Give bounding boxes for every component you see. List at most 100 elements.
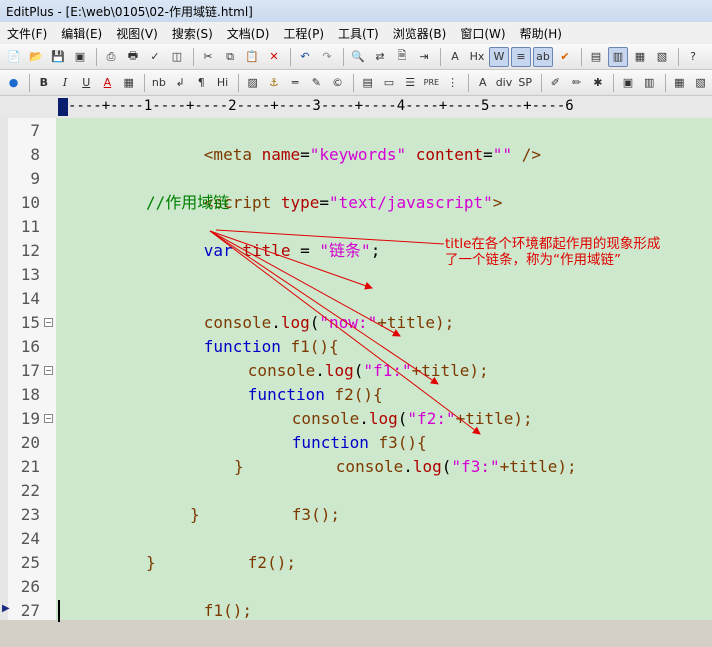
redo-icon[interactable]: ↷	[317, 47, 337, 67]
pre-button[interactable]: PRE	[422, 73, 441, 93]
layout-icon[interactable]: ▦	[670, 73, 689, 93]
save-all-icon[interactable]: ▣	[70, 47, 90, 67]
menu-edit[interactable]: 编辑(E)	[54, 25, 109, 42]
layout2-icon[interactable]: ▧	[691, 73, 710, 93]
line-number: 7	[30, 121, 40, 140]
output-icon[interactable]: ▧	[652, 47, 672, 67]
highlight-icon[interactable]: ✏	[567, 73, 586, 93]
italic-button[interactable]: I	[55, 73, 74, 93]
find-in-files-icon[interactable]: 🗎	[392, 47, 412, 67]
paragraph-button[interactable]: ¶	[192, 73, 211, 93]
code-line-7: <meta name="keywords" content="" />	[146, 119, 541, 164]
globe-icon[interactable]: ●	[4, 73, 23, 93]
fold-toggle-icon[interactable]: −	[44, 414, 53, 423]
menu-search[interactable]: 搜索(S)	[165, 25, 220, 42]
pen-icon[interactable]: ✎	[307, 73, 326, 93]
font-icon[interactable]: A	[445, 47, 465, 67]
spellcheck-icon[interactable]: ✓	[145, 47, 165, 67]
line-number: 9	[30, 169, 40, 188]
nbsp-button[interactable]: nb	[149, 73, 168, 93]
string-token: "链条"	[319, 241, 371, 260]
annotation-note: title在各个环境都起作用的现象形成 了一个链条，称为“作用域链”	[445, 236, 660, 268]
table-icon[interactable]: ▤	[358, 73, 377, 93]
find-icon[interactable]: 🔍	[348, 47, 368, 67]
annotation-line-2: 了一个链条，称为“作用域链”	[445, 252, 621, 268]
fold-toggle-icon[interactable]: −	[44, 318, 53, 327]
line-number: 24	[20, 529, 40, 548]
abc-icon[interactable]: ab	[533, 46, 553, 67]
column-select-icon[interactable]: ≡	[511, 46, 531, 67]
image-icon[interactable]: ▨	[243, 73, 262, 93]
print-icon[interactable]: 🖶	[123, 47, 143, 67]
menu-tools[interactable]: 工具(T)	[331, 25, 386, 42]
browser-preview-icon[interactable]: ◫	[167, 47, 187, 67]
color-grid-icon[interactable]: ▦	[119, 73, 138, 93]
menu-view[interactable]: 视图(V)	[109, 25, 165, 42]
line-number: 14	[20, 289, 40, 308]
panel-icon[interactable]: ▣	[618, 73, 637, 93]
new-file-icon[interactable]: 📄	[4, 47, 24, 67]
line-number: 25	[20, 553, 40, 572]
hx-icon[interactable]: Hx	[467, 47, 487, 67]
tools-icon[interactable]: ✱	[588, 73, 607, 93]
copy-icon[interactable]: ⧉	[220, 47, 240, 67]
bold-button[interactable]: B	[34, 73, 53, 93]
window-list-icon[interactable]: ▤	[586, 47, 606, 67]
hyperlink-icon[interactable]: A	[473, 73, 492, 93]
code-token: ();	[311, 505, 340, 524]
fold-toggle-icon[interactable]: −	[44, 366, 53, 375]
hr-icon[interactable]: ═	[285, 73, 304, 93]
list-icon[interactable]: ⋮	[443, 73, 462, 93]
save-icon[interactable]: 💾	[48, 47, 68, 67]
separator	[343, 47, 344, 66]
check-icon[interactable]: ✔	[555, 47, 575, 67]
menu-file[interactable]: 文件(F)	[0, 25, 54, 42]
string-token: ""	[492, 145, 513, 164]
replace-icon[interactable]: ⇄	[370, 47, 390, 67]
menu-document[interactable]: 文档(D)	[220, 25, 277, 42]
menu-browser[interactable]: 浏览器(B)	[386, 25, 454, 42]
code-area[interactable]: <meta name="keywords" content="" /> <scr…	[56, 118, 712, 622]
goto-line-icon[interactable]: ⇥	[414, 47, 434, 67]
undo-icon[interactable]: ↶	[295, 47, 315, 67]
line-number: 21	[20, 457, 40, 476]
form-icon[interactable]: ▭	[379, 73, 398, 93]
separator	[238, 73, 240, 92]
separator	[353, 73, 355, 92]
line-number: 11	[20, 217, 40, 236]
editor[interactable]: 7 8 9 10 11 12 13 14 15 − 16 17 − 18 19 …	[0, 118, 712, 622]
menu-project[interactable]: 工程(P)	[276, 25, 331, 42]
op-token: .	[403, 457, 413, 476]
cliptext-icon[interactable]: ▦	[630, 47, 650, 67]
line-number: 10	[20, 193, 40, 212]
code-token: +title);	[377, 313, 455, 332]
line-break-button[interactable]: ↲	[170, 73, 189, 93]
ruler-scale: ----+----1----+----2----+----3----+----4…	[68, 98, 574, 114]
delete-icon[interactable]: ✕	[264, 47, 284, 67]
heading-button[interactable]: Hi	[213, 73, 232, 93]
open-folder-icon[interactable]: 📂	[26, 47, 46, 67]
panel2-icon[interactable]: ▥	[640, 73, 659, 93]
cut-icon[interactable]: ✂	[198, 47, 218, 67]
object-token: console	[335, 457, 404, 476]
help-pointer-icon[interactable]: ?	[683, 47, 703, 67]
title-bar: EditPlus - [E:\web\0105\02-作用域链.html]	[0, 0, 712, 23]
edit-icon[interactable]: ✐	[546, 73, 565, 93]
print-preview-icon[interactable]: ⎙	[101, 47, 121, 67]
separator	[144, 73, 146, 92]
span-button[interactable]: SP	[516, 73, 535, 93]
copyright-icon[interactable]: ©	[328, 73, 347, 93]
menu-help[interactable]: 帮助(H)	[513, 25, 569, 42]
center-icon[interactable]: ☰	[401, 73, 420, 93]
div-button[interactable]: div	[494, 73, 513, 93]
attr-token: type	[280, 193, 320, 212]
font-color-button[interactable]: A	[98, 73, 117, 93]
word-wrap-icon[interactable]: W	[489, 46, 509, 67]
menu-window[interactable]: 窗口(W)	[453, 25, 512, 42]
line-number: 18	[20, 385, 40, 404]
underline-button[interactable]: U	[77, 73, 96, 93]
bookmark-strip[interactable]	[0, 118, 8, 620]
anchor-icon[interactable]: ⚓	[264, 73, 283, 93]
paste-icon[interactable]: 📋	[242, 47, 262, 67]
directory-icon[interactable]: ▥	[608, 46, 628, 67]
